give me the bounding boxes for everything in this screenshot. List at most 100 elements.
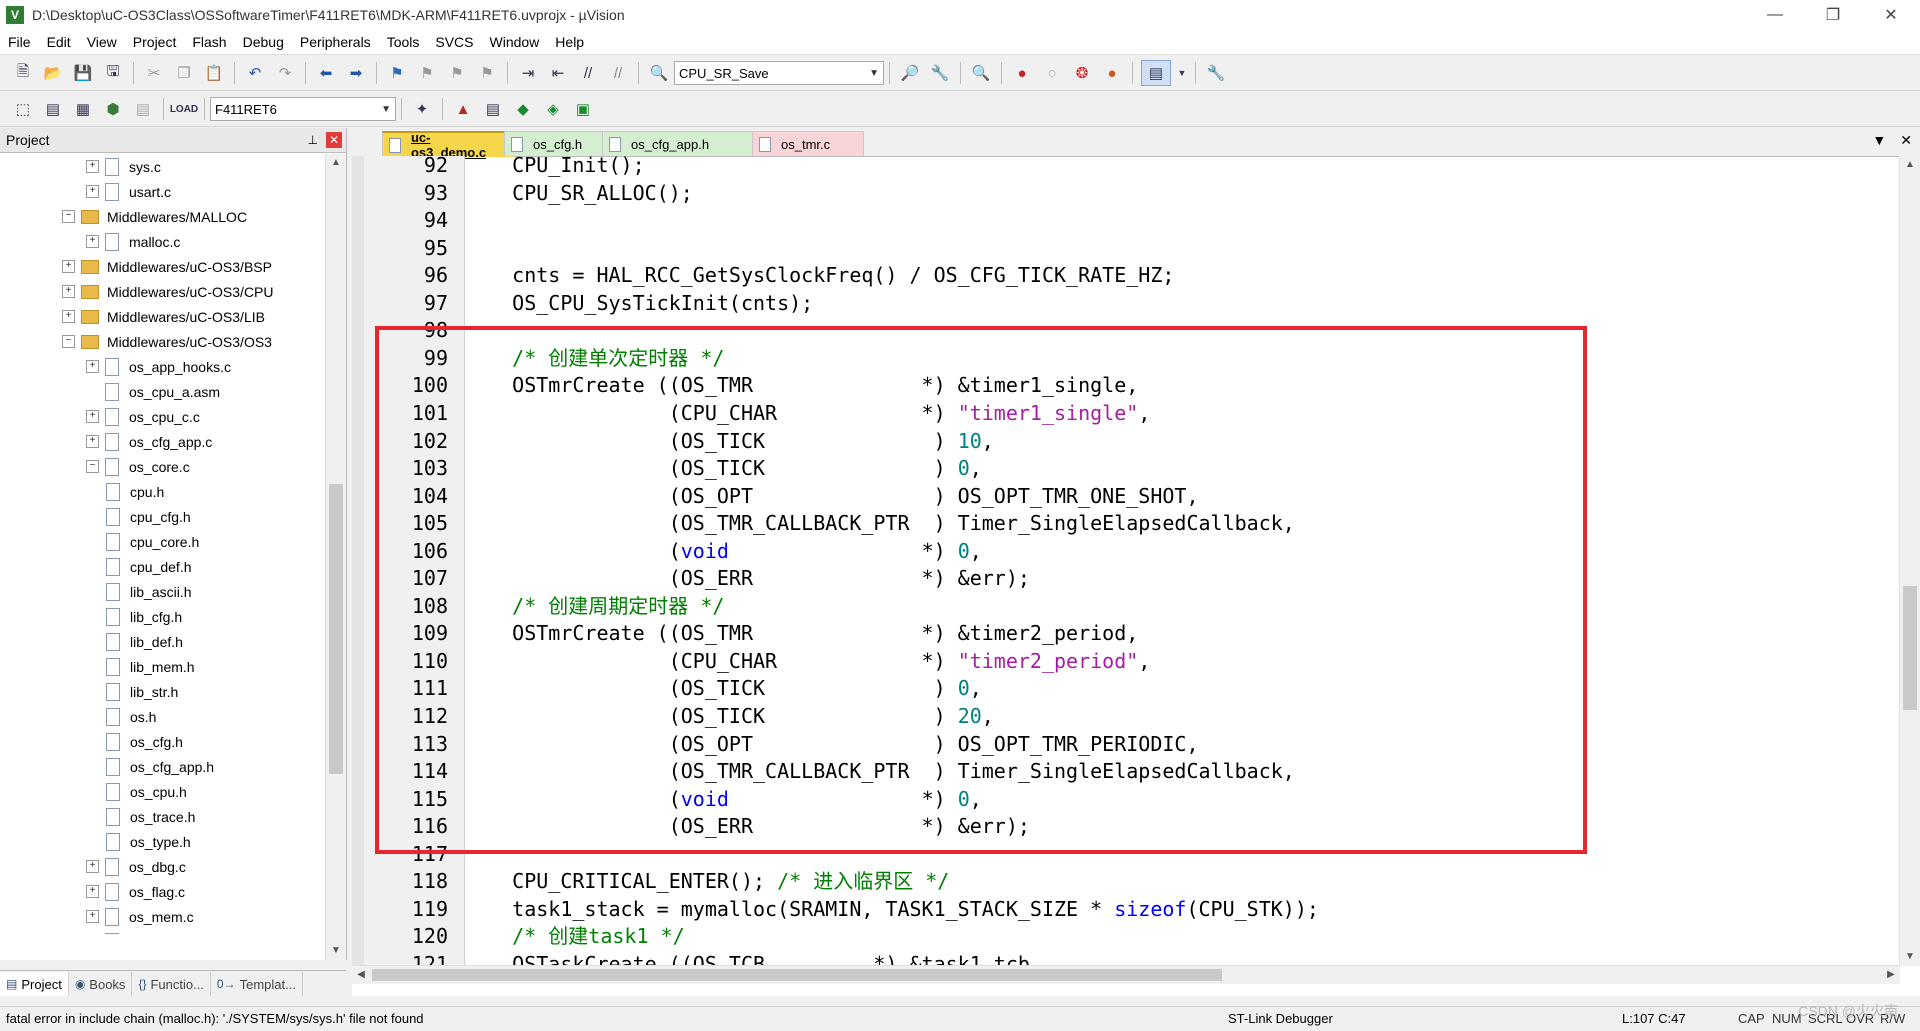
editor-horizontal-scrollbar[interactable]: ◀ ▶ [352,965,1900,984]
tab-templates[interactable]: 0→ Templat... [211,972,303,996]
code-line[interactable]: cnts = HAL_RCC_GetSysClockFreq() / OS_CF… [464,262,1174,289]
close-icon[interactable]: ✕ [326,132,342,148]
tree-file-item[interactable]: + os_mem.c [0,904,322,929]
clear-bookmarks-icon[interactable]: ⚑ [475,61,499,85]
scrollbar-thumb[interactable] [1903,586,1917,710]
code-line[interactable]: task1_stack = mymalloc(SRAMIN, TASK1_STA… [464,896,1319,923]
menu-edit[interactable]: Edit [39,34,79,50]
close-button[interactable]: ✕ [1862,0,1920,30]
tree-file-item[interactable]: + os_cpu_c.c [0,404,322,429]
expand-icon[interactable]: + [62,310,75,323]
code-line[interactable]: OS_CPU_SysTickInit(cnts); [464,290,813,317]
scrollbar-thumb[interactable] [372,969,1222,981]
menu-debug[interactable]: Debug [235,34,292,50]
tree-file-item[interactable]: lib_cfg.h [0,604,322,629]
manage-project-items-icon[interactable]: ▤ [481,97,505,121]
scroll-up-icon[interactable]: ▲ [1900,156,1920,174]
file-tab[interactable]: uc-os3_demo.c [382,130,514,160]
code-line[interactable]: /* 创建task1 */ [464,923,684,950]
expand-icon[interactable]: + [86,410,99,423]
save-all-icon[interactable]: 🖫 [101,61,125,85]
scroll-down-icon[interactable]: ▼ [326,942,346,960]
stop-build-icon[interactable]: ▤ [131,97,155,121]
paste-icon[interactable]: 📋 [202,61,226,85]
tree-file-item[interactable]: + malloc.c [0,229,322,254]
tree-folder-item[interactable]: + Middlewares/uC-OS3/CPU [0,279,322,304]
find-combo[interactable]: CPU_SR_Save ▼ [674,61,884,85]
bookmark-icon[interactable]: ⚑ [385,61,409,85]
scroll-left-icon[interactable]: ◀ [352,966,370,984]
unindent-icon[interactable]: ⇤ [546,61,570,85]
tree-file-item[interactable]: + os_flag.c [0,879,322,904]
tab-project[interactable]: ▤ Project [0,972,69,996]
tab-list-dropdown-icon[interactable]: ▼ [1872,132,1886,149]
configure-icon[interactable]: 🔧 [1204,61,1228,85]
expand-icon[interactable]: + [86,860,99,873]
menu-view[interactable]: View [79,34,125,50]
expand-icon[interactable]: + [86,910,99,923]
pack-installer-icon[interactable]: ◈ [541,97,565,121]
kill-breakpoints-icon[interactable]: ● [1100,61,1124,85]
window-layout-dropdown-icon[interactable]: ▼ [1177,61,1187,85]
code-line[interactable]: CPU_Init(); [464,156,644,179]
tree-folder-item[interactable]: + Middlewares/uC-OS3/BSP [0,254,322,279]
pin-icon[interactable]: ⊥ [308,133,318,147]
target-options-icon[interactable]: ✦ [410,97,434,121]
navigate-back-icon[interactable]: ⬅ [314,61,338,85]
tree-file-item[interactable]: cpu_core.h [0,529,322,554]
tree-file-item[interactable]: + usart.c [0,179,322,204]
translate-icon[interactable]: ⬚ [11,97,35,121]
scroll-down-icon[interactable]: ▼ [1900,948,1920,966]
tree-file-item[interactable]: + os_dbg.c [0,854,322,879]
tree-file-item[interactable]: lib_ascii.h [0,579,322,604]
expand-icon[interactable]: + [62,260,75,273]
run-time-environment-icon[interactable]: ▣ [571,97,595,121]
incremental-find-icon[interactable]: 🔎 [898,61,922,85]
tree-file-item[interactable]: +os_msg.c [0,929,322,934]
undo-icon[interactable]: ↶ [243,61,267,85]
file-tab[interactable]: os_cfg.h [504,131,612,156]
menu-flash[interactable]: Flash [184,34,234,50]
collapse-icon[interactable]: − [62,335,75,348]
code-line[interactable]: CPU_SR_ALLOC(); [464,180,693,207]
rebuild-icon[interactable]: ▦ [71,97,95,121]
expand-icon[interactable]: + [86,360,99,373]
copy-icon[interactable]: ❐ [172,61,196,85]
redo-icon[interactable]: ↷ [273,61,297,85]
target-combo[interactable]: F411RET6 ▼ [210,97,396,121]
menu-window[interactable]: Window [482,34,548,50]
menu-svcs[interactable]: SVCS [427,34,481,50]
scroll-up-icon[interactable]: ▲ [326,154,346,172]
new-file-icon[interactable]: 🗎 [11,61,35,85]
navigate-forward-icon[interactable]: ➡ [344,61,368,85]
batch-build-icon[interactable]: ⬢ [101,97,125,121]
close-tab-icon[interactable]: ✕ [1900,132,1912,149]
expand-icon[interactable]: + [86,885,99,898]
tree-file-item[interactable]: lib_str.h [0,679,322,704]
cut-icon[interactable]: ✂ [142,61,166,85]
indent-icon[interactable]: ⇥ [516,61,540,85]
comment-icon[interactable]: // [576,61,600,85]
chevron-down-icon[interactable]: ▼ [381,104,391,115]
editor-vertical-scrollbar[interactable]: ▲ ▼ [1899,156,1920,966]
manage-components-icon[interactable]: ▲ [451,97,475,121]
tree-file-item[interactable]: os_type.h [0,829,322,854]
tree-file-item[interactable]: os_cfg_app.h [0,754,322,779]
tree-file-item[interactable]: os_cpu.h [0,779,322,804]
find-in-files-icon[interactable]: 🔍 [647,61,671,85]
download-icon[interactable]: LOAD [170,97,198,121]
collapse-icon[interactable]: − [86,460,99,473]
scrollbar-thumb[interactable] [329,484,343,774]
tree-file-item[interactable]: cpu_def.h [0,554,322,579]
open-file-icon[interactable]: 📂 [41,61,65,85]
disable-breakpoints-icon[interactable]: ❂ [1070,61,1094,85]
tab-functions[interactable]: {} Functio... [132,972,211,996]
menu-tools[interactable]: Tools [379,34,428,50]
scroll-right-icon[interactable]: ▶ [1882,966,1900,984]
expand-icon[interactable]: + [62,285,75,298]
tree-folder-item[interactable]: − Middlewares/MALLOC [0,204,322,229]
code-line[interactable]: CPU_CRITICAL_ENTER(); /* 进入临界区 */ [464,868,949,895]
restore-button[interactable]: ❐ [1804,0,1862,30]
prev-bookmark-icon[interactable]: ⚑ [415,61,439,85]
debug-session-icon[interactable]: 🔍 [969,61,993,85]
